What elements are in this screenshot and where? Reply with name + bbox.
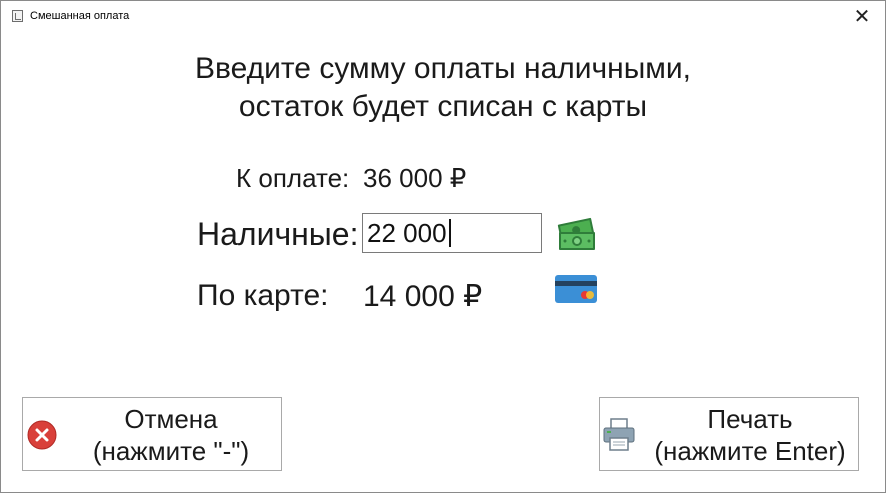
cancel-button-line-1: Отмена [124, 404, 218, 434]
cash-amount-input[interactable] [362, 213, 542, 253]
amount-due-value: 36 000 ₽ [363, 163, 467, 193]
print-button-line-2: (нажмите Enter) [654, 436, 846, 466]
app-icon [12, 10, 23, 22]
cancel-icon [27, 420, 57, 450]
card-label: По карте: [197, 279, 329, 312]
mixed-payment-window: Смешанная оплата ✕ Введите сумму оплаты … [0, 0, 886, 493]
heading-line-1: Введите сумму оплаты наличными, [195, 52, 691, 85]
cancel-button-line-2: (нажмите "-") [92, 436, 250, 466]
heading-line-2: остаток будет списан с карты [238, 90, 648, 123]
print-button-line-1: Печать [707, 404, 793, 434]
text-caret [449, 219, 451, 247]
cash-label: Наличные: [197, 216, 359, 252]
printer-icon [603, 418, 635, 451]
print-button[interactable]: Печать (нажмите Enter) [599, 397, 859, 471]
print-button-label: Печать (нажмите Enter) [644, 403, 856, 467]
credit-card-icon [555, 275, 597, 303]
card-amount-value: 14 000 ₽ [363, 280, 483, 313]
cancel-button-label: Отмена (нажмите "-") [81, 403, 261, 467]
window-title: Смешанная оплата [30, 10, 130, 22]
amount-due-label: К оплате: [236, 163, 350, 193]
money-icon [557, 217, 595, 250]
cancel-button[interactable]: Отмена (нажмите "-") [22, 397, 282, 471]
instruction-heading: Введите сумму оплаты наличными, остаток … [1, 50, 885, 126]
close-button[interactable]: ✕ [839, 1, 885, 32]
title-bar: Смешанная оплата ✕ [1, 1, 885, 32]
